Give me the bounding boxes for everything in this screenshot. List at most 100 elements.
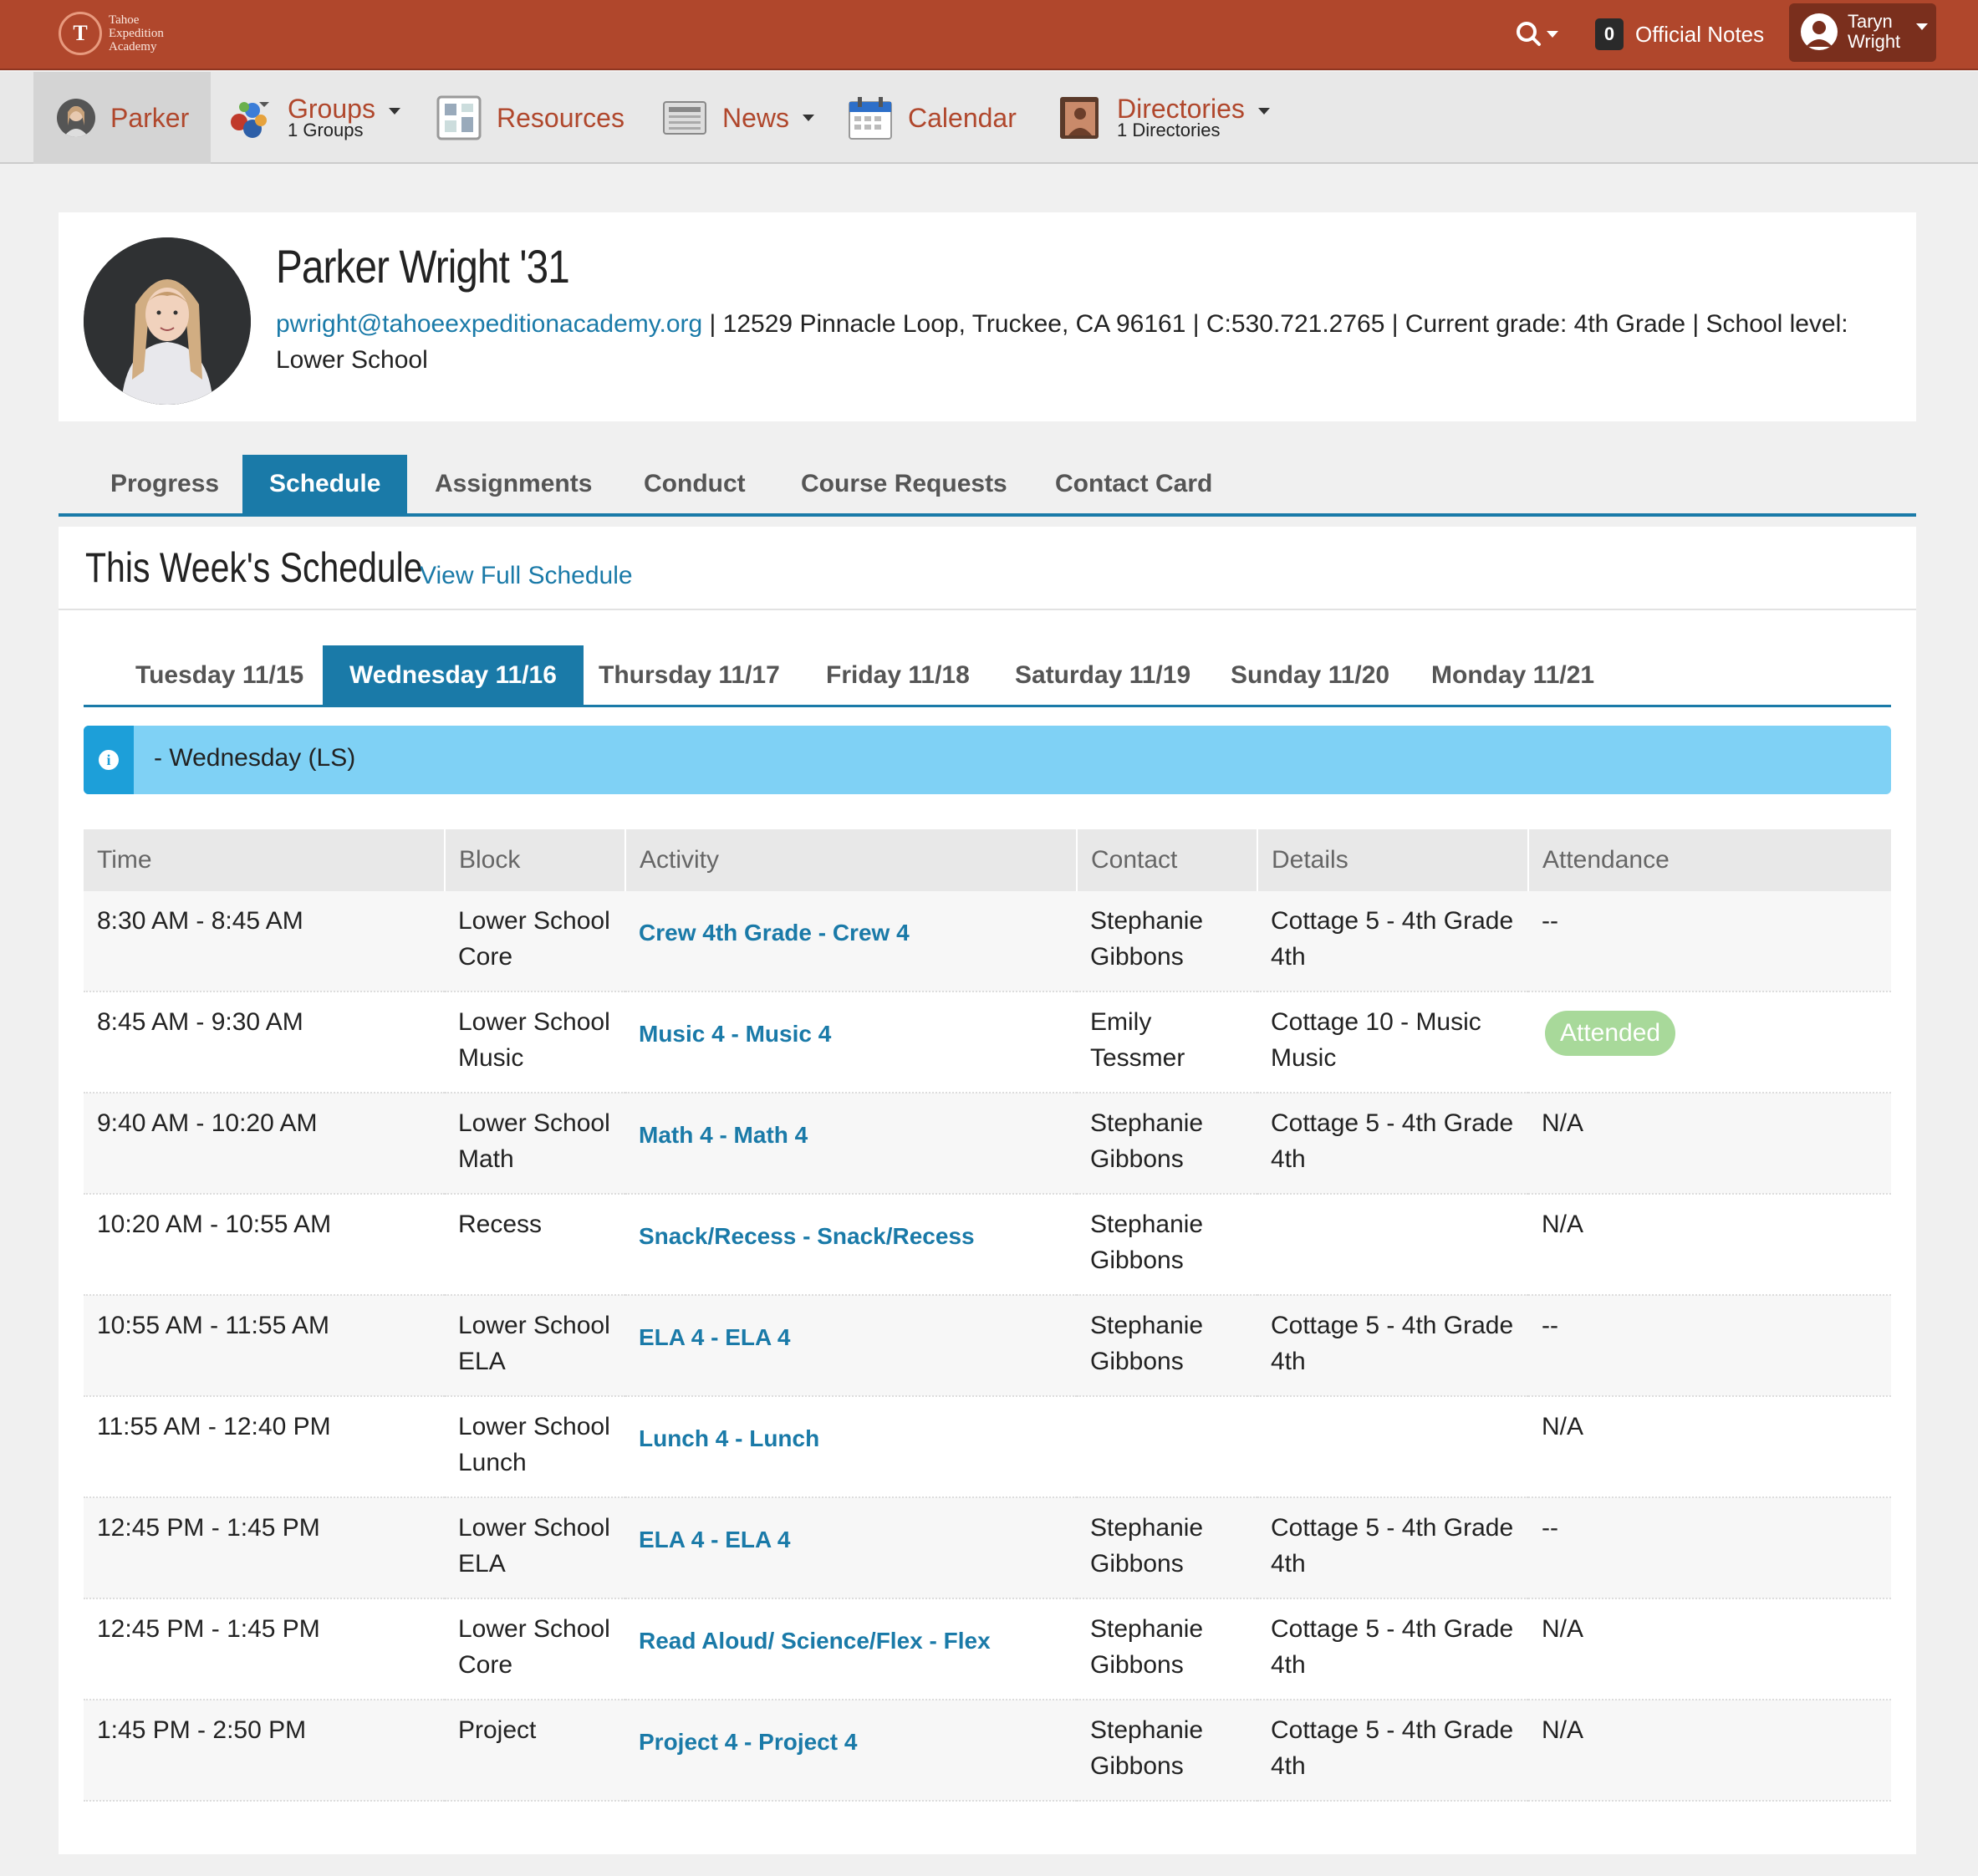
cell-time: 11:55 AM - 12:40 PM <box>84 1396 445 1498</box>
nav-calendar[interactable]: Calendar <box>848 72 1017 164</box>
nav-news-label: News <box>722 102 790 133</box>
logo-text: Tahoe Expedition Academy <box>109 13 164 54</box>
cell-block: Lower School Math <box>445 1093 625 1195</box>
day-tab-tuesday[interactable]: Tuesday 11/15 <box>109 645 330 706</box>
cell-time: 8:30 AM - 8:45 AM <box>84 891 445 992</box>
view-full-schedule-link[interactable]: View Full Schedule <box>420 562 633 590</box>
day-tabs: Tuesday 11/15 Wednesday 11/16 Thursday 1… <box>84 645 1891 707</box>
cell-details: Cottage 10 - Music Music <box>1257 992 1528 1093</box>
table-row: 10:55 AM - 11:55 AM Lower School ELA ELA… <box>84 1295 1891 1397</box>
chevron-down-icon <box>1916 23 1928 30</box>
col-time: Time <box>84 829 445 891</box>
nav-student[interactable]: Parker <box>33 72 211 164</box>
cell-details: Cottage 5 - 4th Grade 4th <box>1257 1700 1528 1802</box>
tab-progress[interactable]: Progress <box>84 455 246 513</box>
tab-schedule[interactable]: Schedule <box>242 455 408 513</box>
schedule-panel: This Week's Schedule View Full Schedule … <box>59 527 1916 1854</box>
activity-link[interactable]: Read Aloud/ Science/Flex - Flex <box>639 1628 991 1654</box>
day-tab-wednesday[interactable]: Wednesday 11/16 <box>323 645 584 706</box>
cell-attendance: N/A <box>1528 1598 1891 1700</box>
cell-contact <box>1077 1396 1257 1498</box>
tab-course-requests[interactable]: Course Requests <box>774 455 1034 513</box>
cell-time: 12:45 PM - 1:45 PM <box>84 1497 445 1599</box>
table-row: 12:45 PM - 1:45 PM Lower School Core Rea… <box>84 1598 1891 1700</box>
cell-details: Cottage 5 - 4th Grade 4th <box>1257 1497 1528 1599</box>
cell-time: 10:20 AM - 10:55 AM <box>84 1194 445 1296</box>
table-row: 11:55 AM - 12:40 PM Lower School Lunch L… <box>84 1396 1891 1498</box>
school-logo[interactable]: T Tahoe Expedition Academy <box>55 8 189 59</box>
cell-block: Lower School Music <box>445 992 625 1093</box>
day-tab-thursday[interactable]: Thursday 11/17 <box>572 645 807 706</box>
info-icon: i <box>84 726 134 794</box>
col-activity: Activity <box>624 829 1077 891</box>
search-button[interactable] <box>1513 15 1563 54</box>
nav-calendar-label: Calendar <box>908 102 1017 133</box>
cell-contact: Stephanie Gibbons <box>1077 1497 1257 1599</box>
cell-contact: Stephanie Gibbons <box>1077 1700 1257 1802</box>
table-row: 10:20 AM - 10:55 AM Recess Snack/Recess … <box>84 1194 1891 1296</box>
cell-contact: Stephanie Gibbons <box>1077 891 1257 992</box>
nav-resources-label: Resources <box>497 102 624 133</box>
nav-groups-label: Groups <box>288 94 375 124</box>
cell-time: 10:55 AM - 11:55 AM <box>84 1295 445 1397</box>
directory-icon <box>1060 97 1099 139</box>
activity-link[interactable]: Math 4 - Math 4 <box>639 1122 808 1148</box>
attended-badge: Attended <box>1545 1011 1676 1056</box>
table-row: 12:45 PM - 1:45 PM Lower School ELA ELA … <box>84 1497 1891 1599</box>
student-avatar <box>84 237 251 405</box>
resources-icon <box>436 95 482 140</box>
main-nav: Parker Groups 1 Groups Resources News Ca… <box>0 72 1978 164</box>
activity-link[interactable]: Music 4 - Music 4 <box>639 1021 831 1047</box>
cell-details: Cottage 5 - 4th Grade 4th <box>1257 1295 1528 1397</box>
cell-block: Lower School Lunch <box>445 1396 625 1498</box>
day-tab-friday[interactable]: Friday 11/18 <box>799 645 997 706</box>
activity-link[interactable]: Crew 4th Grade - Crew 4 <box>639 920 910 946</box>
table-row: 1:45 PM - 2:50 PM Project Project 4 - Pr… <box>84 1700 1891 1802</box>
nav-student-label: Parker <box>110 102 190 133</box>
chevron-down-icon <box>388 108 400 115</box>
newspaper-icon <box>663 101 706 135</box>
notes-count-badge: 0 <box>1595 18 1624 50</box>
activity-link[interactable]: ELA 4 - ELA 4 <box>639 1324 791 1350</box>
activity-link[interactable]: Lunch 4 - Lunch <box>639 1425 819 1451</box>
cell-time: 9:40 AM - 10:20 AM <box>84 1093 445 1195</box>
student-email-link[interactable]: pwright@tahoeexpeditionacademy.org <box>276 310 702 338</box>
nav-directories[interactable]: Directories 1 Directories <box>1057 72 1270 164</box>
tab-contact-card[interactable]: Contact Card <box>1028 455 1239 513</box>
user-avatar-icon <box>1801 13 1838 50</box>
activity-link[interactable]: Snack/Recess - Snack/Recess <box>639 1223 975 1249</box>
user-menu-button[interactable]: Taryn Wright <box>1789 3 1936 62</box>
day-tab-sunday[interactable]: Sunday 11/20 <box>1204 645 1416 706</box>
cell-attendance: N/A <box>1528 1093 1891 1195</box>
official-notes[interactable]: 0 Official Notes <box>1595 17 1764 52</box>
groups-icon <box>231 102 269 138</box>
table-row: 8:45 AM - 9:30 AM Lower School Music Mus… <box>84 992 1891 1093</box>
alert-text: - Wednesday (LS) <box>154 744 356 772</box>
cell-block: Lower School Core <box>445 1598 625 1700</box>
cell-details: Cottage 5 - 4th Grade 4th <box>1257 1598 1528 1700</box>
day-tab-saturday[interactable]: Saturday 11/19 <box>988 645 1217 706</box>
cell-contact: Emily Tessmer <box>1077 992 1257 1093</box>
schedule-header: This Week's Schedule View Full Schedule <box>59 527 1916 610</box>
cell-block: Recess <box>445 1194 625 1296</box>
table-row: 8:30 AM - 8:45 AM Lower School Core Crew… <box>84 891 1891 992</box>
user-name: Taryn Wright <box>1848 11 1901 52</box>
cell-block: Lower School ELA <box>445 1497 625 1599</box>
tab-conduct[interactable]: Conduct <box>617 455 772 513</box>
cell-time: 1:45 PM - 2:50 PM <box>84 1700 445 1802</box>
cell-contact: Stephanie Gibbons <box>1077 1093 1257 1195</box>
nav-resources[interactable]: Resources <box>436 72 624 164</box>
tab-assignments[interactable]: Assignments <box>408 455 619 513</box>
student-thumb-icon <box>57 99 95 137</box>
top-bar: T Tahoe Expedition Academy 0 Official No… <box>0 0 1978 70</box>
nav-groups[interactable]: Groups 1 Groups <box>227 72 400 164</box>
nav-news[interactable]: News <box>662 72 815 164</box>
day-tab-monday[interactable]: Monday 11/21 <box>1404 645 1621 706</box>
activity-link[interactable]: Project 4 - Project 4 <box>639 1729 857 1755</box>
search-icon <box>1517 22 1558 46</box>
cell-block: Lower School ELA <box>445 1295 625 1397</box>
nav-directories-label: Directories <box>1117 94 1245 124</box>
col-details: Details <box>1257 829 1528 891</box>
activity-link[interactable]: ELA 4 - ELA 4 <box>639 1527 791 1552</box>
cell-contact: Stephanie Gibbons <box>1077 1598 1257 1700</box>
